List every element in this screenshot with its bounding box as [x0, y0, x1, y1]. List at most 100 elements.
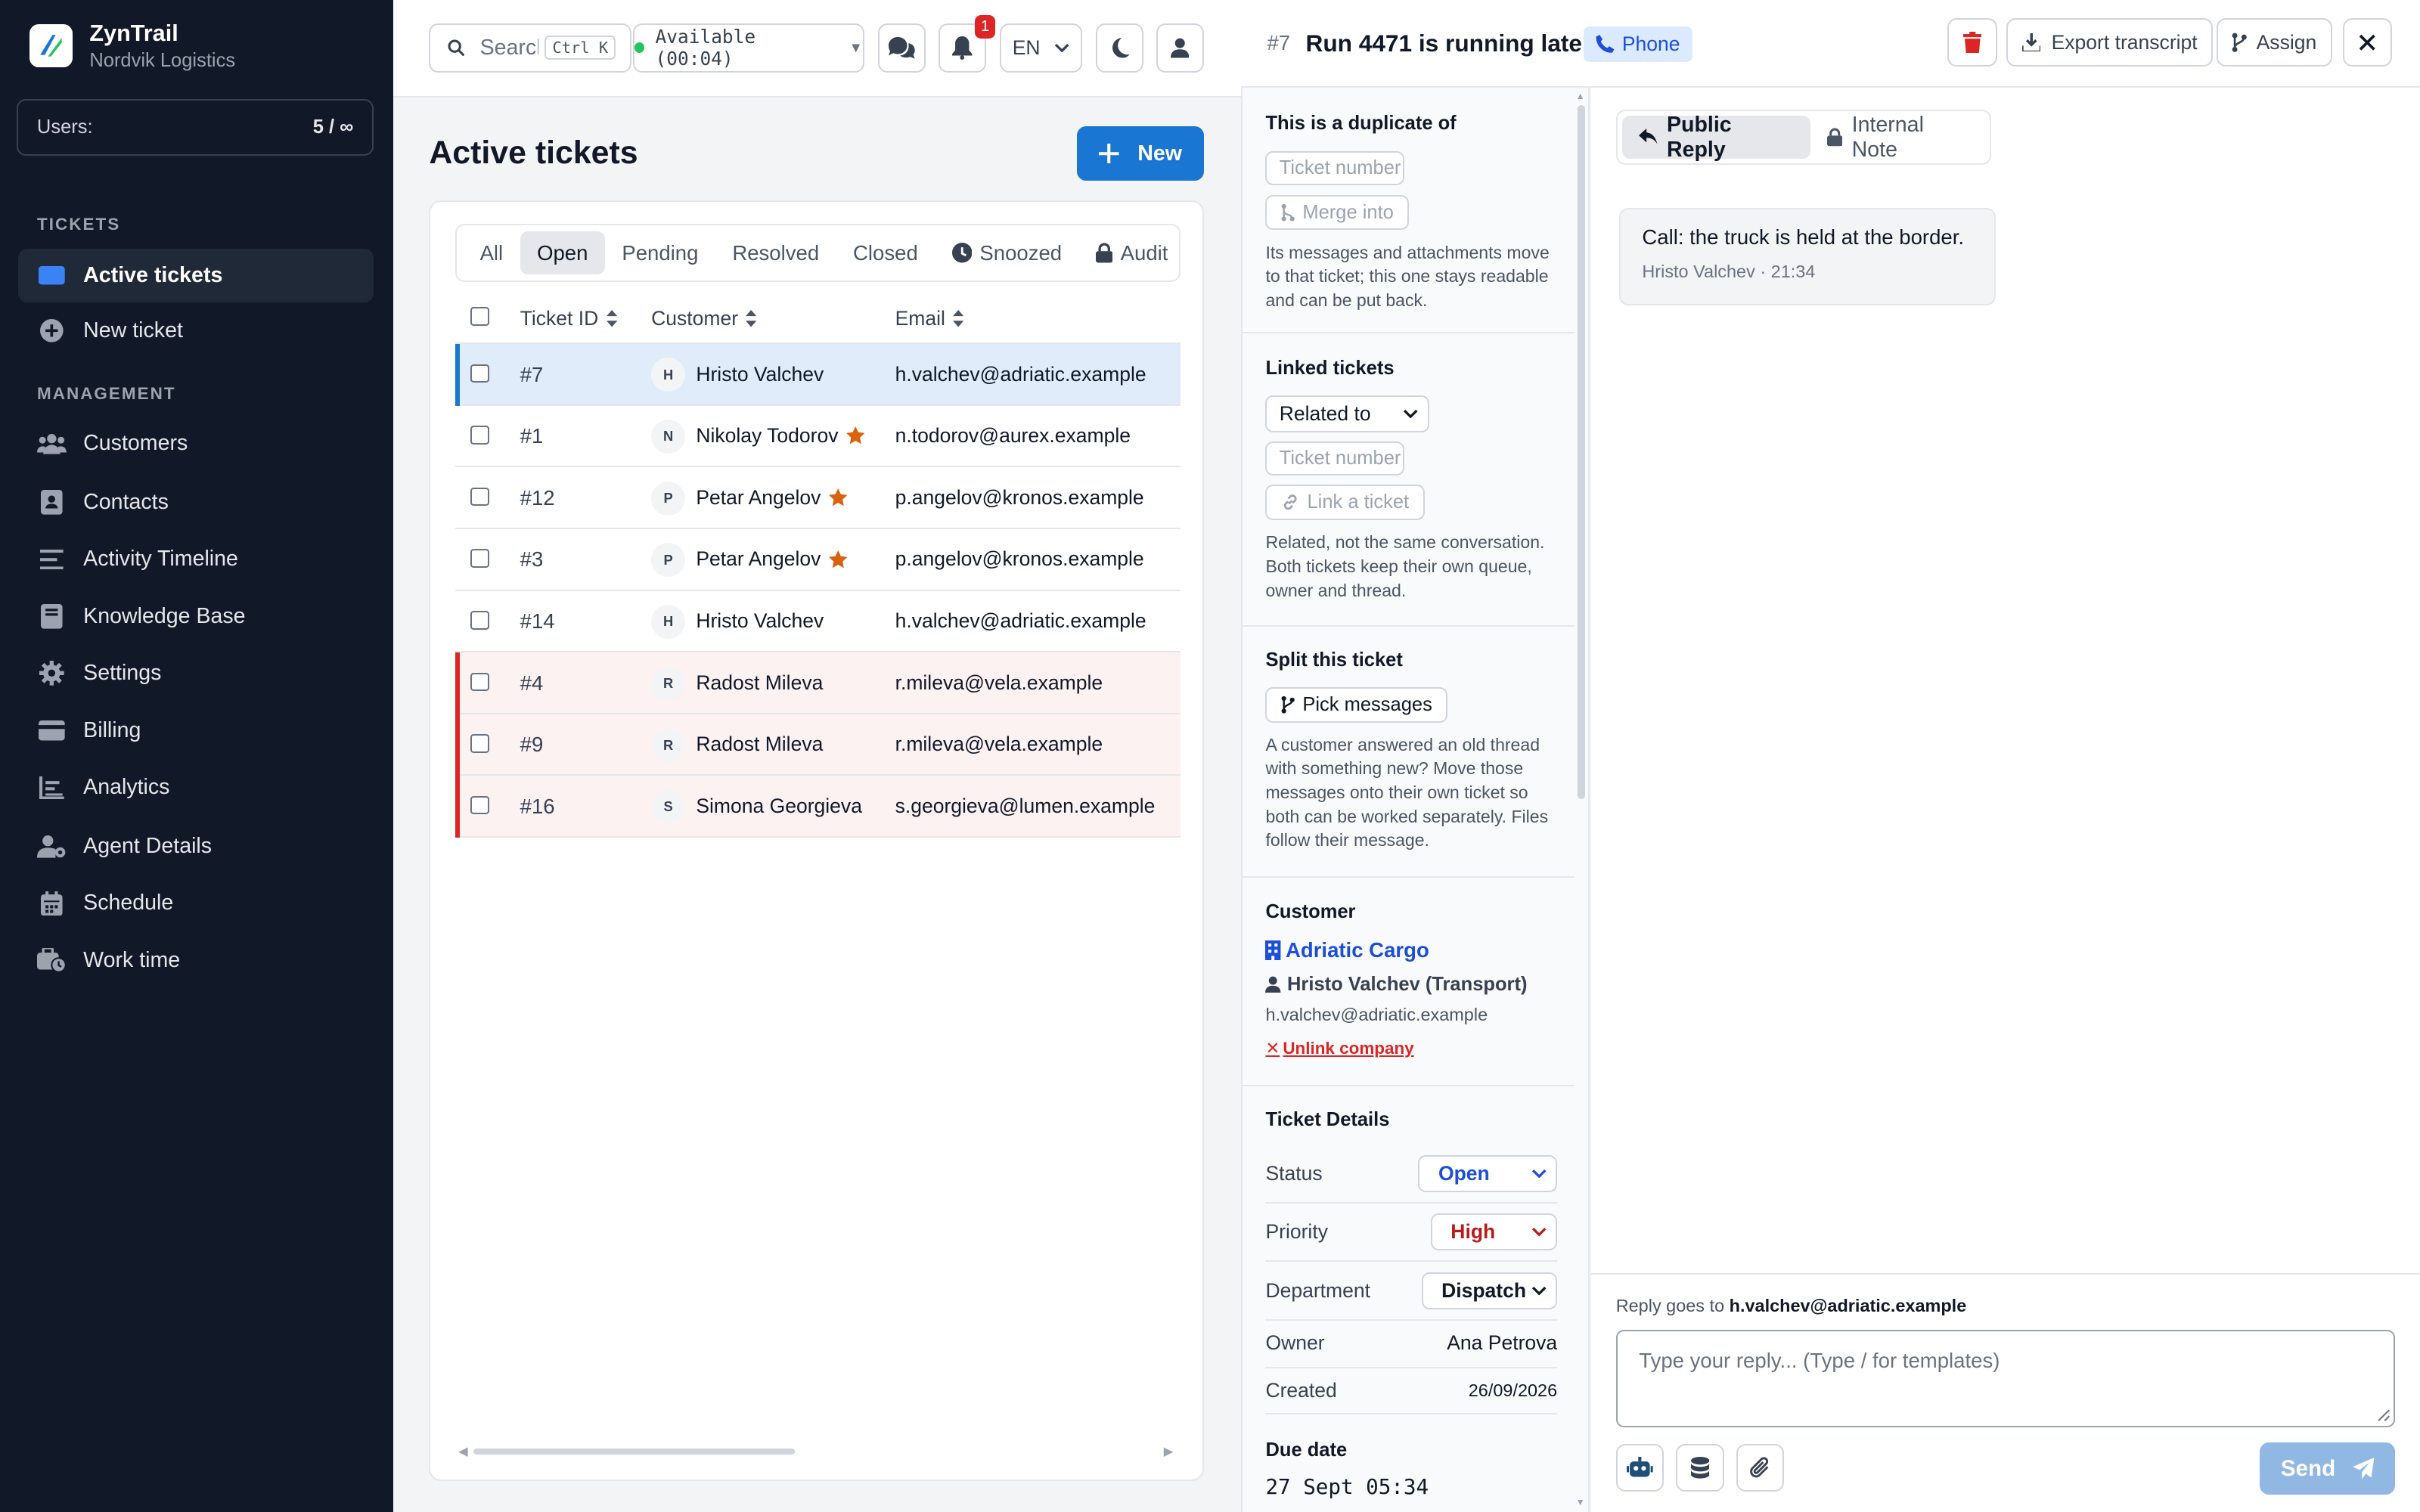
relation-select[interactable]: Related to	[1265, 395, 1429, 432]
profile-button[interactable]	[1156, 23, 1204, 73]
tab-resolved[interactable]: Resolved	[715, 231, 836, 274]
sidebar-item-billing[interactable]: Billing	[18, 704, 373, 758]
theme-toggle[interactable]	[1095, 23, 1144, 73]
row-checkbox[interactable]	[470, 734, 489, 753]
phone-icon	[1596, 34, 1615, 53]
column-customer[interactable]: Customer	[651, 307, 757, 330]
users-label: Users:	[36, 116, 93, 138]
notifications-button[interactable]: 1	[938, 15, 996, 73]
ticket-id[interactable]: #16	[520, 795, 555, 819]
search-input[interactable]: Search	[480, 36, 539, 60]
chart-icon	[37, 776, 67, 800]
tab-open[interactable]: Open	[520, 231, 605, 274]
sidebar-item-schedule[interactable]: Schedule	[18, 876, 373, 930]
ticket-id[interactable]: #9	[520, 733, 544, 757]
row-checkbox[interactable]	[470, 549, 489, 568]
sidebar-item-new-ticket[interactable]: New ticket	[18, 304, 373, 358]
chevron-down-icon	[1531, 1227, 1547, 1237]
ticket-id[interactable]: #1	[520, 424, 544, 448]
list-icon	[37, 549, 67, 570]
scroll-left-icon[interactable]: ◀	[458, 1444, 468, 1459]
ticket-id[interactable]: #4	[520, 671, 544, 696]
ticket-id[interactable]: #14	[520, 609, 555, 634]
table-row[interactable]: #9 R Radost Mileva r.mileva@vela.example	[455, 714, 1181, 776]
ticket-id[interactable]: #3	[520, 547, 544, 572]
tab-pending[interactable]: Pending	[605, 231, 715, 274]
sidebar-item-label: Analytics	[83, 775, 170, 800]
merge-into-button[interactable]: Merge into	[1265, 194, 1410, 231]
tab-public-reply[interactable]: Public Reply	[1621, 113, 1810, 162]
reply-textarea[interactable]: Type your reply... (Type / for templates…	[1615, 1330, 2396, 1427]
tab-closed[interactable]: Closed	[836, 231, 935, 274]
divider	[1240, 876, 1575, 878]
tab-snoozed[interactable]: Snoozed	[935, 231, 1078, 274]
row-checkbox[interactable]	[470, 611, 489, 630]
table-row[interactable]: #4 R Radost Mileva r.mileva@vela.example	[455, 652, 1181, 714]
row-checkbox[interactable]	[470, 672, 489, 692]
department-select[interactable]: Dispatch	[1421, 1272, 1558, 1309]
table-row[interactable]: #16 S Simona Georgieva s.georgieva@lumen.ex…	[455, 776, 1181, 838]
priority-row: Priority High	[1265, 1204, 1558, 1263]
new-ticket-button[interactable]: New	[1077, 126, 1204, 181]
send-button[interactable]: Send	[2259, 1442, 2396, 1495]
company-link[interactable]: Adriatic Cargo	[1265, 938, 1566, 962]
column-ticket-id[interactable]: Ticket ID	[520, 307, 617, 330]
select-all-checkbox[interactable]	[470, 307, 489, 326]
chat-button[interactable]	[878, 23, 926, 73]
duplicate-help: Its messages and attachments move to tha…	[1265, 242, 1550, 310]
table-row[interactable]: #3 P Petar Angelov p.angelov@kronos.example	[455, 529, 1181, 591]
sidebar-item-agent-details[interactable]: Agent Details	[18, 820, 373, 873]
linked-ticket-input[interactable]: Ticket number	[1265, 442, 1405, 476]
unlink-company-link[interactable]: ✕ Unlink company	[1265, 1039, 1566, 1058]
sidebar-item-active-tickets[interactable]: Active tickets	[18, 248, 374, 302]
assign-button[interactable]: Assign	[2216, 18, 2332, 67]
language-select[interactable]: EN	[1000, 23, 1082, 73]
status-select[interactable]: Open	[1418, 1154, 1558, 1192]
link-ticket-button[interactable]: Link a ticket	[1265, 485, 1425, 521]
table-row[interactable]: #1 N Nikolay Todorov n.todorov@aurex.exampl…	[455, 406, 1181, 468]
status-select[interactable]: Available (00:04) ▼	[632, 23, 864, 73]
horizontal-scrollbar[interactable]	[473, 1448, 795, 1455]
row-checkbox[interactable]	[470, 426, 489, 445]
sidebar-item-customers[interactable]: Customers	[18, 417, 373, 470]
scroll-down-icon[interactable]: ▼	[1576, 1497, 1585, 1507]
row-checkbox[interactable]	[470, 364, 489, 383]
branch-icon	[1281, 203, 1295, 222]
chevron-down-icon	[1531, 1286, 1547, 1296]
tab-audit[interactable]: Audit	[1079, 231, 1180, 274]
linked-section: Linked tickets Related to Ticket number …	[1265, 358, 1559, 603]
table-row[interactable]: #12 P Petar Angelov p.angelov@kronos.exampl…	[455, 467, 1181, 529]
row-checkbox[interactable]	[470, 795, 489, 815]
delete-button[interactable]	[1947, 18, 1997, 67]
due-value[interactable]: 27 Sept 05:34	[1265, 1475, 1562, 1499]
scroll-right-icon[interactable]: ▶	[1164, 1444, 1174, 1459]
pick-messages-button[interactable]: Pick messages	[1265, 686, 1448, 723]
tab-internal-note[interactable]: Internal Note	[1810, 113, 1990, 162]
priority-select[interactable]: High	[1430, 1213, 1558, 1251]
table-row[interactable]: #14 H Hristo Valchev h.valchev@adriatic.exa…	[455, 591, 1181, 653]
side-panel-scrollbar[interactable]	[1577, 104, 1585, 800]
canned-responses-button[interactable]	[1676, 1444, 1724, 1492]
brand[interactable]: ZynTrail Nordvik Logistics	[29, 20, 235, 72]
ticket-id[interactable]: #12	[520, 486, 555, 510]
table-row[interactable]: #7 H Hristo Valchev h.valchev@adriatic.exam…	[455, 344, 1181, 406]
tab-all[interactable]: All	[463, 231, 520, 274]
column-email[interactable]: Email	[895, 307, 964, 330]
sidebar-item-activity-timeline[interactable]: Activity Timeline	[18, 532, 373, 586]
search-box[interactable]: Search Ctrl K	[429, 23, 631, 73]
scroll-up-icon[interactable]: ▲	[1576, 91, 1585, 101]
sidebar-item-settings[interactable]: Settings	[18, 646, 373, 700]
ticket-id[interactable]: #7	[520, 363, 544, 387]
sidebar-item-work-time[interactable]: Work time	[18, 934, 373, 987]
export-transcript-button[interactable]: Export transcript	[2006, 18, 2214, 67]
close-panel-button[interactable]	[2342, 18, 2393, 67]
branch-icon	[1281, 696, 1295, 714]
sidebar-item-analytics[interactable]: Analytics	[18, 761, 373, 814]
sidebar-item-knowledge-base[interactable]: Knowledge Base	[18, 590, 373, 643]
ai-assist-button[interactable]	[1615, 1444, 1664, 1492]
attach-button[interactable]	[1736, 1444, 1785, 1492]
row-checkbox[interactable]	[470, 487, 489, 507]
sidebar-item-contacts[interactable]: Contacts	[18, 476, 373, 529]
duplicate-ticket-input[interactable]: Ticket number	[1265, 151, 1405, 186]
resize-handle-icon[interactable]	[2377, 1408, 2391, 1422]
